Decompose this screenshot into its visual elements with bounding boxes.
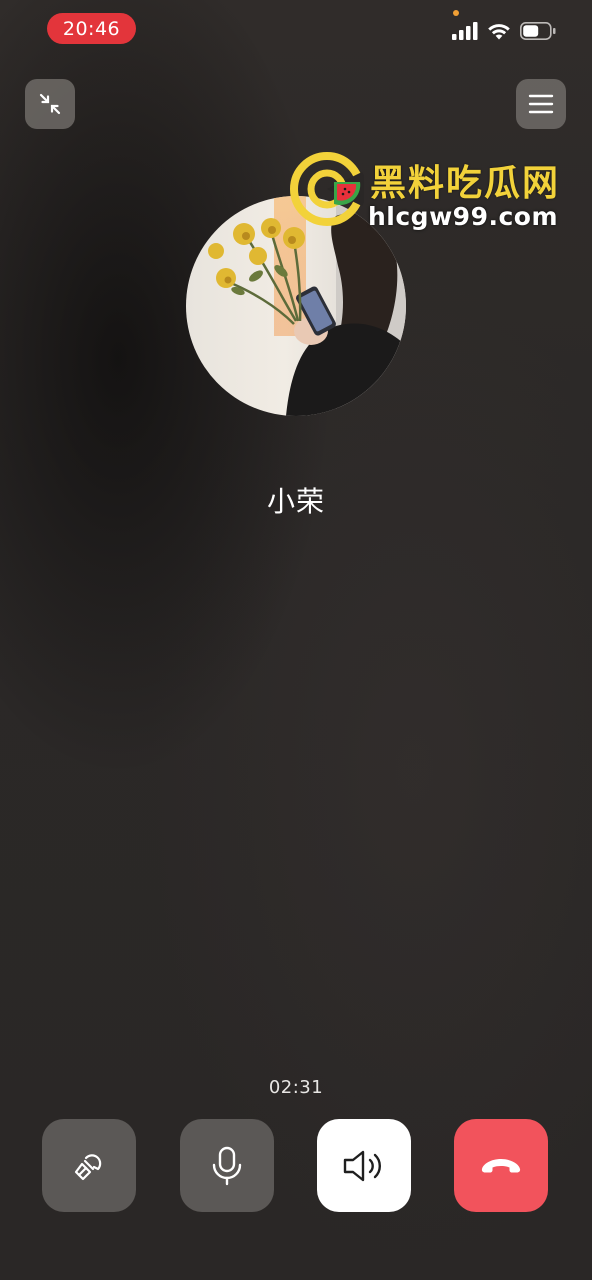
watermark-url: hlcgw99.com [368,202,559,231]
watermark-title: 黑料吃瓜网 [370,163,561,204]
speaker-button[interactable] [317,1119,411,1212]
wifi-icon [488,24,510,40]
watermark: 黑料吃瓜网 hlcgw99.com [290,150,580,234]
microphone-icon [212,1146,242,1185]
signal-icon [452,22,478,40]
hang-up-button[interactable] [454,1119,548,1212]
status-time-pill[interactable]: 20:46 [47,13,136,44]
hamburger-menu-icon [528,94,554,114]
hang-up-icon [481,1158,521,1172]
call-duration: 02:31 [268,1077,324,1098]
minimize-call-button[interactable] [25,79,75,129]
mute-button[interactable] [180,1119,274,1212]
battery-icon [520,22,556,40]
status-icons [452,22,556,40]
speaker-icon [343,1150,381,1181]
contact-name: 小荣 [266,485,325,518]
more-options-button[interactable] [516,79,566,129]
privacy-indicator-dot [453,10,459,16]
status-time: 20:46 [62,17,121,40]
camera-toggle-button[interactable] [42,1119,136,1212]
minimize-arrows-icon [39,93,61,115]
watermark-logo [290,152,364,226]
voice-call-screen: 20:46 黑料吃瓜网 hlcgw99.com 小荣 02:31 [0,0,592,1280]
camera-off-icon [74,1153,102,1180]
